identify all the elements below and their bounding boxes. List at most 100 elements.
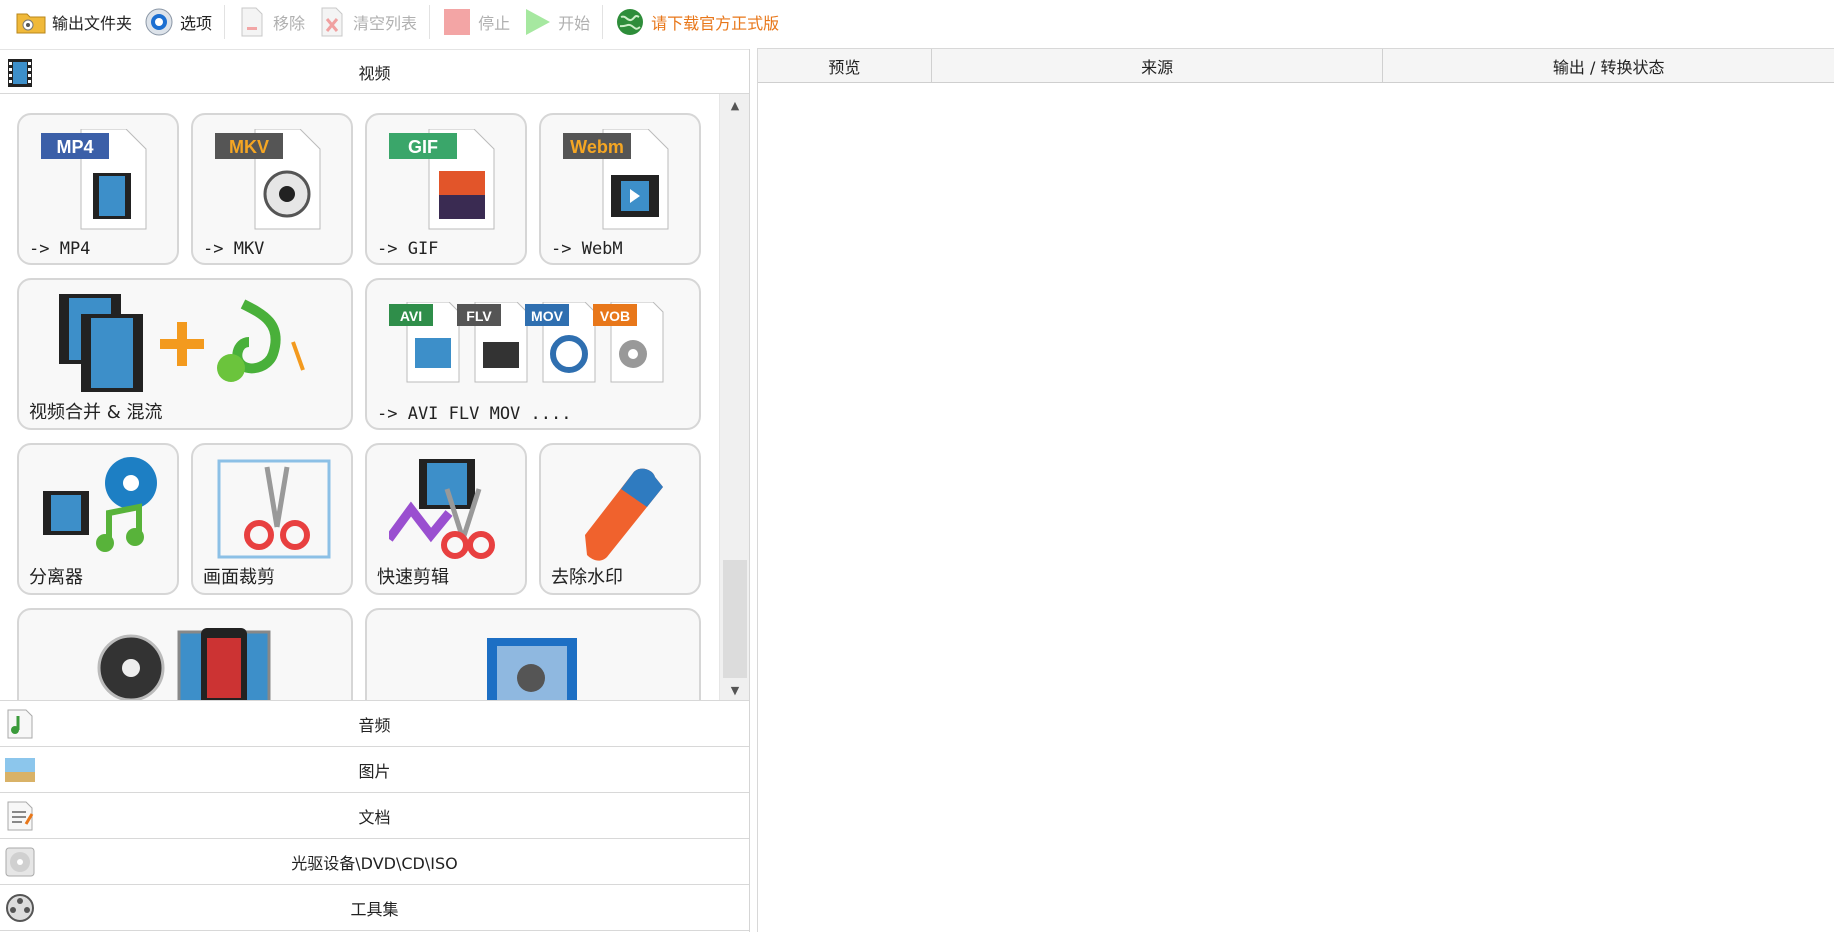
- svg-text:VOB: VOB: [600, 308, 630, 324]
- screen-recorder-icon: [487, 638, 577, 700]
- tile-remove-watermark-label: 去除水印: [551, 567, 623, 588]
- tile-video-merge-label: 视频合并 & 混流: [29, 402, 163, 423]
- tile-to-webm[interactable]: Webm -> WebM: [539, 113, 701, 265]
- tile-quick-cut-label: 快速剪辑: [377, 567, 449, 588]
- svg-text:MP4: MP4: [56, 137, 93, 157]
- column-source[interactable]: 来源: [932, 49, 1384, 82]
- toolbar-separator: [429, 5, 431, 39]
- category-document-label: 文档: [358, 807, 391, 827]
- category-tools-label: 工具集: [350, 899, 399, 919]
- start-button[interactable]: 开始: [516, 2, 596, 42]
- toolbar: 输出文件夹 选项 移除 清空列表 停止 开始 请下载官方正式版: [0, 0, 1834, 44]
- task-list-header: 预览 来源 输出 / 转换状态: [758, 49, 1834, 83]
- document-icon: [4, 800, 36, 832]
- download-official-label: 请下载官方正式版: [651, 14, 780, 33]
- tile-to-mp4[interactable]: MP4 -> MP4: [17, 113, 179, 265]
- options-button[interactable]: 选项: [138, 2, 218, 42]
- download-official-link[interactable]: 请下载官方正式版: [609, 2, 785, 42]
- svg-text:Webm: Webm: [570, 137, 624, 157]
- svg-text:GIF: GIF: [408, 137, 438, 157]
- tile-crop[interactable]: 画面裁剪: [191, 443, 353, 595]
- svg-text:MKV: MKV: [229, 137, 269, 157]
- film-icon: [4, 57, 36, 89]
- category-document[interactable]: 文档: [0, 793, 749, 839]
- category-video-label: 视频: [358, 63, 391, 83]
- category-image[interactable]: 图片: [0, 747, 749, 793]
- folder-icon: [16, 7, 46, 37]
- tile-video-merge[interactable]: 视频合并 & 混流: [17, 278, 353, 430]
- tile-device-convert[interactable]: [17, 608, 353, 700]
- stop-icon: [442, 7, 472, 37]
- remove-label: 移除: [273, 14, 306, 33]
- category-image-label: 图片: [358, 761, 391, 781]
- task-list-panel: 预览 来源 输出 / 转换状态: [757, 48, 1834, 932]
- play-icon: [522, 7, 552, 37]
- column-status-label: 输出 / 转换状态: [1552, 57, 1665, 77]
- tile-to-mkv[interactable]: MKV -> MKV: [191, 113, 353, 265]
- tile-to-mkv-label: -> MKV: [203, 239, 265, 259]
- tile-splitter[interactable]: 分离器: [17, 443, 179, 595]
- task-list-body[interactable]: [758, 83, 1834, 932]
- tile-remove-watermark[interactable]: 去除水印: [539, 443, 701, 595]
- clear-list-label: 清空列表: [353, 14, 418, 33]
- column-preview[interactable]: 预览: [758, 49, 932, 82]
- picture-icon: [4, 754, 36, 786]
- eraser-icon: [585, 468, 663, 561]
- stop-label: 停止: [478, 14, 511, 33]
- start-label: 开始: [558, 14, 591, 33]
- scroll-down-arrow-icon[interactable]: ▼: [720, 679, 749, 700]
- tiles-scrollbar[interactable]: ▲ ▼: [719, 94, 749, 700]
- mp4-file-icon: MP4: [41, 129, 147, 230]
- clear-list-icon: [317, 7, 347, 37]
- scrollbar-thumb[interactable]: [723, 560, 747, 678]
- category-audio-label: 音频: [358, 715, 391, 735]
- column-source-label: 来源: [1141, 57, 1174, 77]
- category-panel: 视频 MP4 -> MP4 MKV -> MKV GIF -> GIF Webm…: [0, 49, 750, 932]
- svg-text:MOV: MOV: [531, 308, 564, 324]
- tile-to-other-formats-label: -> AVI FLV MOV ....: [377, 404, 572, 424]
- device-disc-icon: [97, 628, 271, 700]
- gear-icon: [144, 7, 174, 37]
- svg-text:AVI: AVI: [400, 308, 422, 324]
- globe-icon: [615, 7, 645, 37]
- tile-crop-label: 画面裁剪: [203, 567, 275, 588]
- category-audio[interactable]: 音频: [0, 701, 749, 747]
- tile-screen-record[interactable]: [365, 608, 701, 700]
- gif-file-icon: GIF: [389, 129, 495, 230]
- output-folder-label: 输出文件夹: [52, 14, 133, 33]
- clear-list-button[interactable]: 清空列表: [311, 2, 423, 42]
- music-note-icon: [4, 708, 36, 740]
- tile-quick-cut[interactable]: 快速剪辑: [365, 443, 527, 595]
- tile-to-mp4-label: -> MP4: [29, 239, 91, 259]
- tile-to-gif[interactable]: GIF -> GIF: [365, 113, 527, 265]
- disc-drive-icon: [4, 846, 36, 878]
- options-label: 选项: [180, 14, 213, 33]
- category-optical-label: 光驱设备\DVD\CD\ISO: [291, 853, 458, 873]
- column-status[interactable]: 输出 / 转换状态: [1383, 49, 1834, 82]
- tile-to-other-formats[interactable]: AVI FLV MOV VOB -> AVI FLV MOV ....: [365, 278, 701, 430]
- mkv-file-icon: MKV: [215, 129, 321, 230]
- svg-text:FLV: FLV: [466, 308, 492, 324]
- category-tools[interactable]: 工具集: [0, 885, 749, 931]
- quick-cut-icon: [389, 459, 495, 559]
- toolbar-separator: [224, 5, 226, 39]
- tile-to-gif-label: -> GIF: [377, 239, 439, 259]
- category-video-header[interactable]: 视频: [0, 49, 749, 94]
- category-optical[interactable]: 光驱设备\DVD\CD\ISO: [0, 839, 749, 885]
- remove-button[interactable]: 移除: [231, 2, 311, 42]
- other-formats-icon: AVI FLV MOV VOB: [389, 302, 664, 383]
- stop-button[interactable]: 停止: [436, 2, 516, 42]
- output-folder-button[interactable]: 输出文件夹: [10, 2, 138, 42]
- tile-to-webm-label: -> WebM: [551, 239, 623, 259]
- film-reel-icon: [4, 892, 36, 924]
- splitter-icon: [43, 457, 157, 552]
- scroll-up-arrow-icon[interactable]: ▲: [720, 94, 749, 116]
- remove-file-icon: [237, 7, 267, 37]
- webm-file-icon: Webm: [563, 129, 669, 230]
- video-tools-grid: MP4 -> MP4 MKV -> MKV GIF -> GIF Webm ->…: [0, 94, 749, 701]
- tile-splitter-label: 分离器: [29, 567, 83, 588]
- crop-scissors-icon: [217, 459, 331, 559]
- merge-mux-icon: [59, 294, 305, 392]
- toolbar-separator: [602, 5, 604, 39]
- column-preview-label: 预览: [828, 57, 861, 77]
